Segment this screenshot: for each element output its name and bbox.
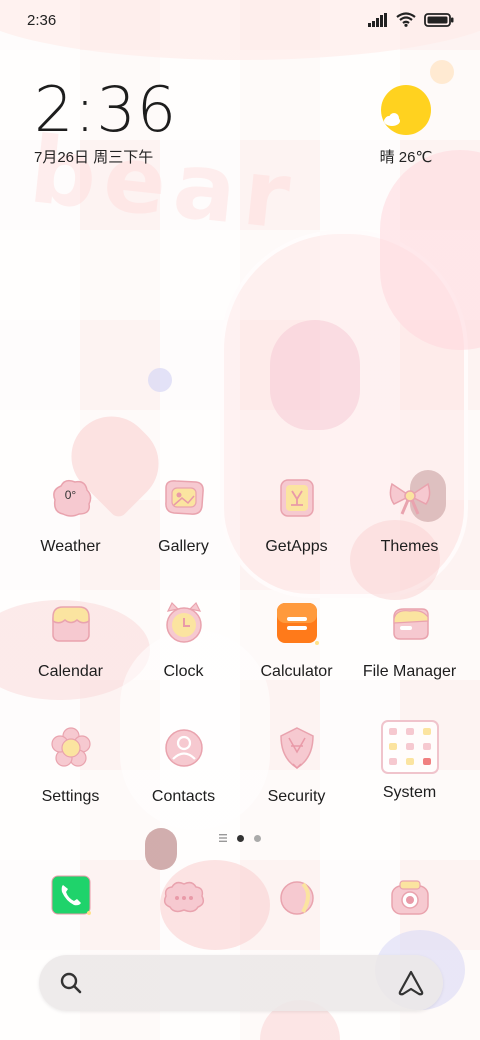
- weather-widget[interactable]: 晴 26℃: [366, 84, 446, 167]
- calendar-icon: [47, 599, 95, 647]
- browser-icon: [273, 874, 321, 922]
- app-themes[interactable]: Themes: [353, 470, 466, 595]
- themes-icon: [386, 474, 434, 522]
- app-label: Themes: [380, 538, 439, 555]
- phone-icon: [50, 874, 92, 916]
- app-label: Calendar: [38, 663, 103, 680]
- assistant-icon[interactable]: [397, 969, 425, 1002]
- app-label: File Manager: [362, 663, 457, 680]
- search-icon: [59, 971, 83, 1000]
- clock-widget[interactable]: 2:36 7月26日 周三下午: [34, 78, 177, 167]
- page-dot: [254, 834, 261, 842]
- battery-icon: [424, 12, 454, 27]
- clock-icon: [160, 599, 208, 647]
- app-grid: 0° Weather Gallery GetApps Themes Calend…: [14, 470, 466, 845]
- dock: [14, 868, 466, 928]
- messages-icon: [160, 874, 208, 922]
- weather-widget-text: 晴 26℃: [379, 149, 433, 166]
- clock-widget-time: 2:36: [34, 73, 178, 146]
- app-settings[interactable]: Settings: [14, 720, 127, 845]
- app-contacts[interactable]: Contacts: [127, 720, 240, 845]
- dock-browser[interactable]: [240, 868, 353, 928]
- app-label: Weather: [40, 538, 101, 555]
- app-file-manager[interactable]: File Manager: [353, 595, 466, 720]
- app-system-folder[interactable]: System: [353, 720, 466, 845]
- app-clock[interactable]: Clock: [127, 595, 240, 720]
- gallery-icon: [160, 474, 208, 522]
- app-calendar[interactable]: Calendar: [14, 595, 127, 720]
- contacts-icon: [160, 724, 208, 772]
- system-folder-icon: [380, 720, 439, 774]
- dock-messages[interactable]: [127, 868, 240, 928]
- app-gallery[interactable]: Gallery: [127, 470, 240, 595]
- app-security[interactable]: Security: [240, 720, 353, 845]
- app-label: Contacts: [151, 788, 216, 805]
- signal-icon: [368, 12, 387, 27]
- app-getapps[interactable]: GetApps: [240, 470, 353, 595]
- wifi-icon: [396, 12, 416, 27]
- app-label: Gallery: [158, 538, 209, 555]
- app-calculator[interactable]: Calculator: [240, 595, 353, 720]
- file-manager-icon: [386, 599, 434, 647]
- app-label: Calculator: [260, 663, 333, 680]
- app-label: Settings: [41, 788, 100, 805]
- clock-widget-date: 7月26日 周三下午: [34, 149, 154, 166]
- app-weather[interactable]: 0° Weather: [14, 470, 127, 595]
- page-dot-active: [237, 834, 244, 842]
- weather-icon: 0°: [47, 474, 95, 522]
- app-label: System: [382, 784, 437, 801]
- search-bar[interactable]: [39, 955, 443, 1011]
- page-indicator[interactable]: [0, 829, 480, 847]
- app-label: Security: [267, 788, 326, 805]
- home-pages-menu-icon: [219, 829, 227, 847]
- calculator-icon: [273, 599, 321, 647]
- getapps-icon: [273, 474, 321, 522]
- dock-phone[interactable]: [14, 868, 127, 928]
- settings-icon: [47, 724, 95, 772]
- weather-icon-badge: 0°: [64, 488, 77, 502]
- sunny-icon: [380, 84, 432, 136]
- camera-icon: [386, 874, 434, 922]
- security-icon: [273, 724, 321, 772]
- status-bar: 2:36: [0, 0, 480, 42]
- status-time: 2:36: [27, 12, 57, 29]
- dock-camera[interactable]: [353, 868, 466, 928]
- app-label: GetApps: [265, 538, 328, 555]
- app-label: Clock: [163, 663, 204, 680]
